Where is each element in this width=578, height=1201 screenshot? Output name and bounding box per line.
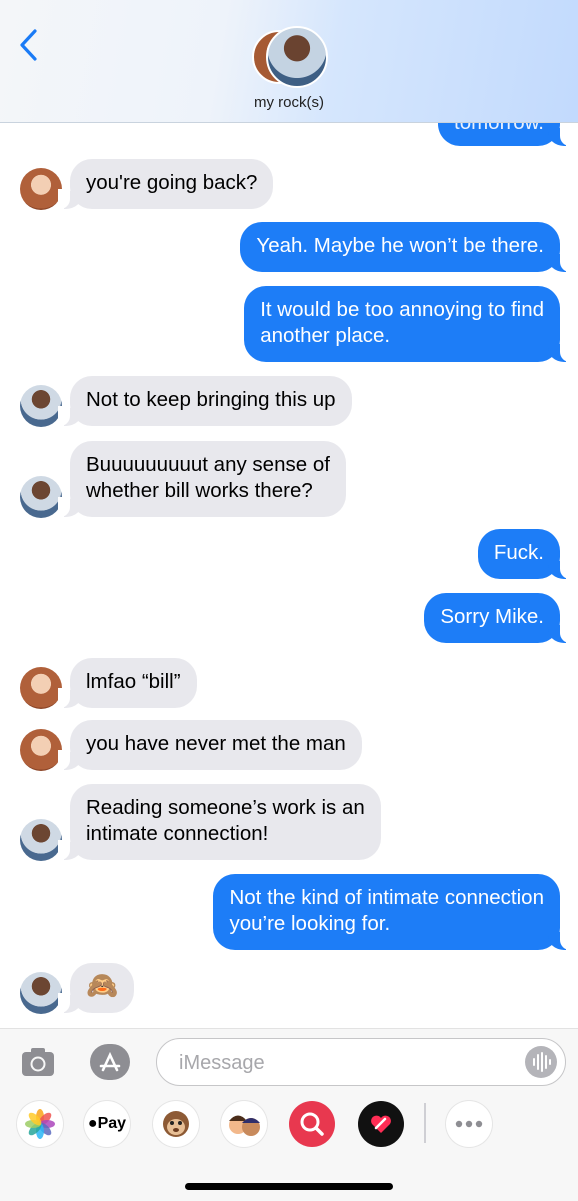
- chevron-left-icon: [20, 29, 37, 61]
- memoji-button[interactable]: [221, 1101, 267, 1147]
- apple-pay-label: Pay: [97, 1115, 127, 1132]
- digital-touch-icon: [371, 1115, 391, 1133]
- search-images-icon: [300, 1112, 324, 1136]
- message-text: Fuck.: [493, 541, 544, 564]
- message-field[interactable]: [156, 1038, 566, 1086]
- image-search-button[interactable]: [289, 1101, 335, 1147]
- message-text: you're going back?: [86, 171, 258, 194]
- message-text-line: Reading someone’s work is an: [86, 796, 365, 819]
- message-bubble-received[interactable]: you're going back?: [57, 159, 274, 209]
- apple-logo-icon: ●: [87, 1115, 98, 1132]
- apple-pay-icon: ●Pay: [88, 1115, 126, 1133]
- back-button[interactable]: [16, 28, 42, 62]
- avatar: [20, 168, 62, 210]
- memoji-icon: [229, 1115, 260, 1136]
- app-store-button[interactable]: [88, 1043, 132, 1081]
- message-text-line: Buuuuuuuuut any sense of: [86, 453, 330, 476]
- animoji-button[interactable]: [153, 1101, 199, 1147]
- message-bubble-sent[interactable]: Sorry Mike.: [424, 593, 572, 643]
- animoji-icon: [163, 1111, 189, 1137]
- contact-avatar-group[interactable]: [252, 26, 328, 88]
- message-text: Sorry Mike.: [440, 605, 544, 628]
- app-drawer: ●Pay: [0, 1101, 578, 1151]
- contact-name[interactable]: my rock(s): [0, 94, 578, 111]
- more-apps-button[interactable]: [446, 1101, 492, 1147]
- message-bubble-received[interactable]: lmfao “bill”: [58, 658, 197, 708]
- message-text-line: Not the kind of intimate connection: [229, 886, 544, 909]
- message-input[interactable]: [177, 1047, 511, 1079]
- photos-app-button[interactable]: [17, 1101, 63, 1147]
- avatar: [266, 26, 328, 88]
- avatar: [20, 819, 62, 861]
- compose-bar: ●Pay: [0, 1028, 578, 1201]
- message-bubble-received[interactable]: Buuuuuuuuut any sense of whether bill wo…: [58, 441, 346, 517]
- avatar: [20, 972, 62, 1014]
- conversation: tomorrow. you're going back? Yeah. Maybe…: [0, 0, 578, 1028]
- message-bubble-sent[interactable]: Yeah. Maybe he won’t be there.: [240, 222, 572, 272]
- message-text-line: intimate connection!: [86, 822, 269, 845]
- message-text-line: another place.: [260, 324, 391, 347]
- message-text: Not to keep bringing this up: [86, 388, 336, 411]
- message-bubble-sent[interactable]: It would be too annoying to find another…: [244, 286, 572, 362]
- avatar: [20, 729, 62, 771]
- avatar: [20, 385, 62, 427]
- message-text: lmfao “bill”: [86, 670, 181, 693]
- avatar: [20, 667, 62, 709]
- message-bubble-sent[interactable]: Not the kind of intimate connection you’…: [213, 874, 572, 950]
- home-indicator[interactable]: [185, 1183, 393, 1190]
- app-store-icon: [90, 1044, 130, 1080]
- message-bubble-sent[interactable]: Fuck.: [477, 529, 573, 579]
- message-bubble-received[interactable]: Reading someone’s work is an intimate co…: [58, 784, 381, 860]
- message-bubble-received[interactable]: Not to keep bringing this up: [58, 376, 352, 426]
- message-text: Yeah. Maybe he won’t be there.: [256, 234, 544, 257]
- message-text-line: you’re looking for.: [229, 912, 391, 935]
- message-bubble-received[interactable]: 🙈: [57, 963, 135, 1013]
- camera-icon: [22, 1048, 54, 1076]
- message-text-line: It would be too annoying to find: [260, 298, 544, 321]
- message-text: you have never met the man: [86, 732, 346, 755]
- apple-pay-button[interactable]: ●Pay: [84, 1101, 130, 1147]
- see-no-evil-monkey-emoji: 🙈: [86, 970, 119, 1000]
- more-icon: [455, 1120, 483, 1128]
- message-text-line: whether bill works there?: [86, 479, 313, 502]
- message-bubble-received[interactable]: you have never met the man: [58, 720, 362, 770]
- waveform-icon: [533, 1052, 551, 1072]
- drawer-divider: [424, 1103, 426, 1143]
- avatar: [20, 476, 62, 518]
- audio-record-button[interactable]: [525, 1046, 557, 1078]
- conversation-header: my rock(s): [0, 0, 578, 123]
- digital-touch-button[interactable]: [358, 1101, 404, 1147]
- camera-button[interactable]: [19, 1043, 57, 1081]
- photos-icon: [25, 1109, 55, 1139]
